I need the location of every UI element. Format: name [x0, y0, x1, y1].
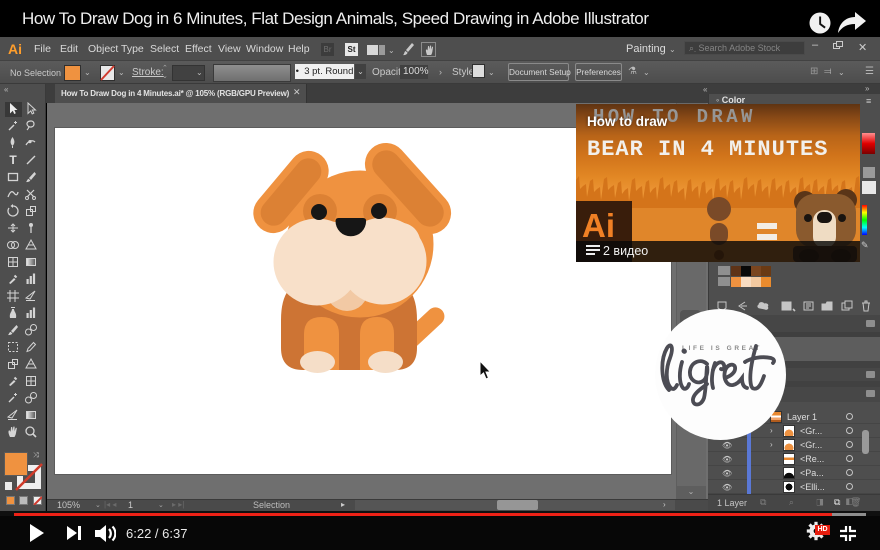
svg-text:T: T — [9, 153, 17, 167]
